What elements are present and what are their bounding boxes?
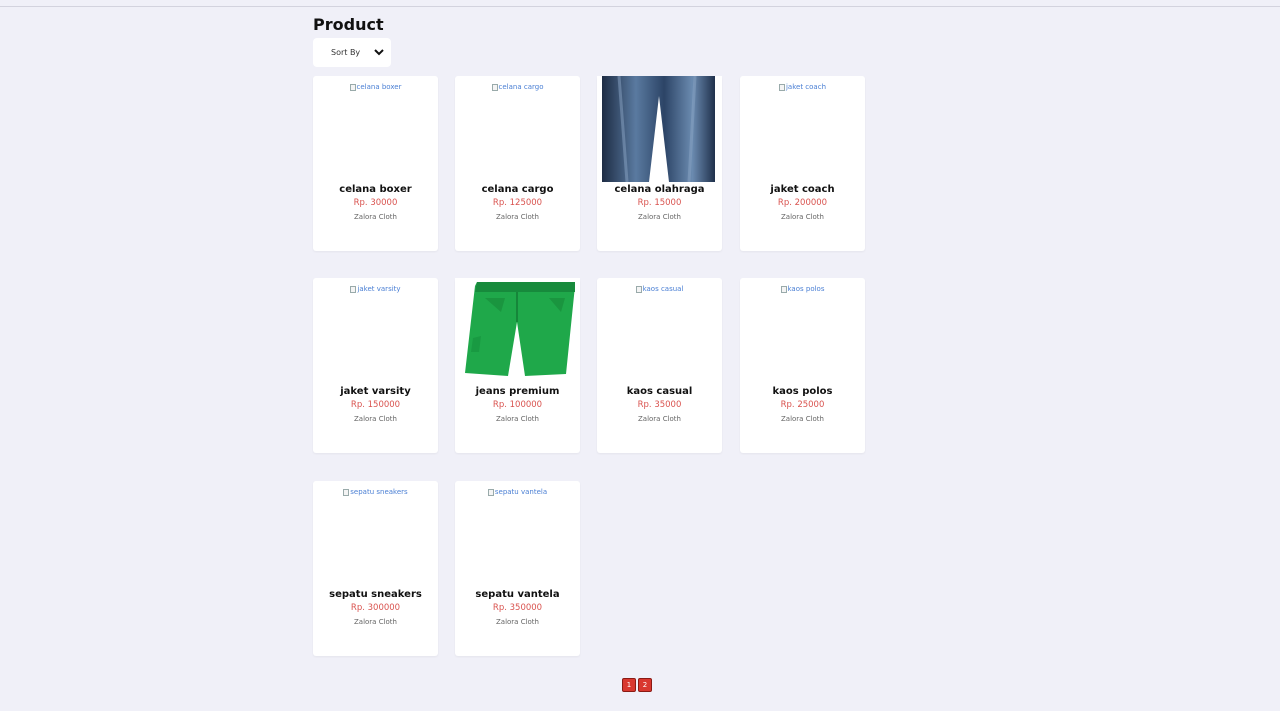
broken-image-alt: kaos casual bbox=[635, 285, 684, 294]
page-button[interactable]: 2 bbox=[638, 678, 652, 692]
product-brand: Zalora Cloth bbox=[495, 618, 539, 626]
product-image: jaket varsity bbox=[313, 278, 438, 384]
product-price: Rp. 100000 bbox=[492, 400, 543, 410]
page-title: Product bbox=[313, 15, 384, 34]
broken-image-icon bbox=[778, 84, 785, 91]
product-card[interactable]: jaket coach jaket coach Rp. 200000 Zalora C… bbox=[740, 76, 865, 251]
product-price: Rp. 25000 bbox=[780, 400, 825, 410]
product-card[interactable]: celana olahraga Rp. 15000 Zalora Cloth bbox=[597, 76, 722, 251]
image-alt-text: sepatu sneakers bbox=[350, 488, 408, 496]
product-name[interactable]: sepatu vantela bbox=[455, 588, 580, 601]
product-name[interactable]: kaos polos bbox=[740, 385, 865, 398]
product-card[interactable]: kaos polos kaos polos Rp. 25000 Zalora Clot… bbox=[740, 278, 865, 453]
image-alt-text: jaket coach bbox=[785, 83, 827, 91]
top-divider bbox=[0, 6, 1280, 7]
product-brand: Zalora Cloth bbox=[353, 618, 397, 626]
broken-image-alt: sepatu vantela bbox=[487, 488, 548, 497]
green-shorts-photo bbox=[455, 278, 580, 384]
product-name[interactable]: sepatu sneakers bbox=[313, 588, 438, 601]
product-name[interactable]: jeans premium bbox=[455, 385, 580, 398]
jeans-photo bbox=[597, 76, 722, 182]
sort-by-label: Sort By bbox=[331, 48, 361, 57]
broken-image-alt: celana boxer bbox=[349, 83, 402, 92]
product-card[interactable]: celana boxer celana boxer Rp. 30000 Zalora … bbox=[313, 76, 438, 251]
product-price: Rp. 125000 bbox=[492, 198, 543, 208]
pagination: 12 bbox=[622, 678, 652, 692]
image-alt-text: jaket varsity bbox=[357, 285, 401, 293]
broken-image-icon bbox=[491, 84, 498, 91]
product-name[interactable]: celana boxer bbox=[313, 183, 438, 196]
product-image: kaos casual bbox=[597, 278, 722, 384]
product-brand: Zalora Cloth bbox=[780, 415, 824, 423]
product-image: celana cargo bbox=[455, 76, 580, 182]
broken-image-alt: sepatu sneakers bbox=[343, 488, 408, 497]
image-alt-text: kaos polos bbox=[787, 285, 825, 293]
product-price: Rp. 30000 bbox=[353, 198, 398, 208]
product-card[interactable]: kaos casual kaos casual Rp. 35000 Zalora Cl… bbox=[597, 278, 722, 453]
page-button[interactable]: 1 bbox=[622, 678, 636, 692]
product-image: sepatu sneakers bbox=[313, 481, 438, 587]
product-card[interactable]: sepatu vantela sepatu vantela Rp. 350000 Za… bbox=[455, 481, 580, 656]
broken-image-icon bbox=[350, 286, 357, 293]
product-price: Rp. 150000 bbox=[350, 400, 401, 410]
broken-image-alt: celana cargo bbox=[491, 83, 544, 92]
product-price: Rp. 300000 bbox=[350, 603, 401, 613]
image-alt-text: celana cargo bbox=[498, 83, 544, 91]
product-name[interactable]: kaos casual bbox=[597, 385, 722, 398]
broken-image-icon bbox=[349, 84, 356, 91]
product-image: jaket coach bbox=[740, 76, 865, 182]
product-brand: Zalora Cloth bbox=[780, 213, 824, 221]
image-alt-text: sepatu vantela bbox=[494, 488, 548, 496]
broken-image-icon bbox=[780, 286, 787, 293]
product-name[interactable]: celana cargo bbox=[455, 183, 580, 196]
product-brand: Zalora Cloth bbox=[495, 213, 539, 221]
product-name[interactable]: jaket varsity bbox=[313, 385, 438, 398]
product-name[interactable]: celana olahraga bbox=[597, 183, 722, 196]
product-card[interactable]: jaket varsity jaket varsity Rp. 150000 Zalo… bbox=[313, 278, 438, 453]
product-price: Rp. 15000 bbox=[637, 198, 682, 208]
broken-image-alt: kaos polos bbox=[780, 285, 825, 294]
chevron-down-icon bbox=[367, 38, 391, 67]
product-brand: Zalora Cloth bbox=[495, 415, 539, 423]
image-alt-text: kaos casual bbox=[642, 285, 684, 293]
broken-image-icon bbox=[487, 489, 494, 496]
broken-image-icon bbox=[635, 286, 642, 293]
product-brand: Zalora Cloth bbox=[353, 213, 397, 221]
product-price: Rp. 200000 bbox=[777, 198, 828, 208]
product-image bbox=[597, 76, 722, 182]
product-image: celana boxer bbox=[313, 76, 438, 182]
product-card[interactable]: jeans premium Rp. 100000 Zalora Cloth bbox=[455, 278, 580, 453]
image-alt-text: celana boxer bbox=[356, 83, 402, 91]
product-name[interactable]: jaket coach bbox=[740, 183, 865, 196]
product-card[interactable]: sepatu sneakers sepatu sneakers Rp. 300000… bbox=[313, 481, 438, 656]
product-brand: Zalora Cloth bbox=[637, 415, 681, 423]
broken-image-icon bbox=[343, 489, 350, 496]
product-image: kaos polos bbox=[740, 278, 865, 384]
sort-by-select[interactable]: Sort By bbox=[313, 38, 391, 67]
broken-image-alt: jaket varsity bbox=[350, 285, 401, 294]
product-image bbox=[455, 278, 580, 384]
product-brand: Zalora Cloth bbox=[353, 415, 397, 423]
product-price: Rp. 35000 bbox=[637, 400, 682, 410]
product-card[interactable]: celana cargo celana cargo Rp. 125000 Zalora… bbox=[455, 76, 580, 251]
broken-image-alt: jaket coach bbox=[778, 83, 827, 92]
product-brand: Zalora Cloth bbox=[637, 213, 681, 221]
product-image: sepatu vantela bbox=[455, 481, 580, 587]
product-price: Rp. 350000 bbox=[492, 603, 543, 613]
